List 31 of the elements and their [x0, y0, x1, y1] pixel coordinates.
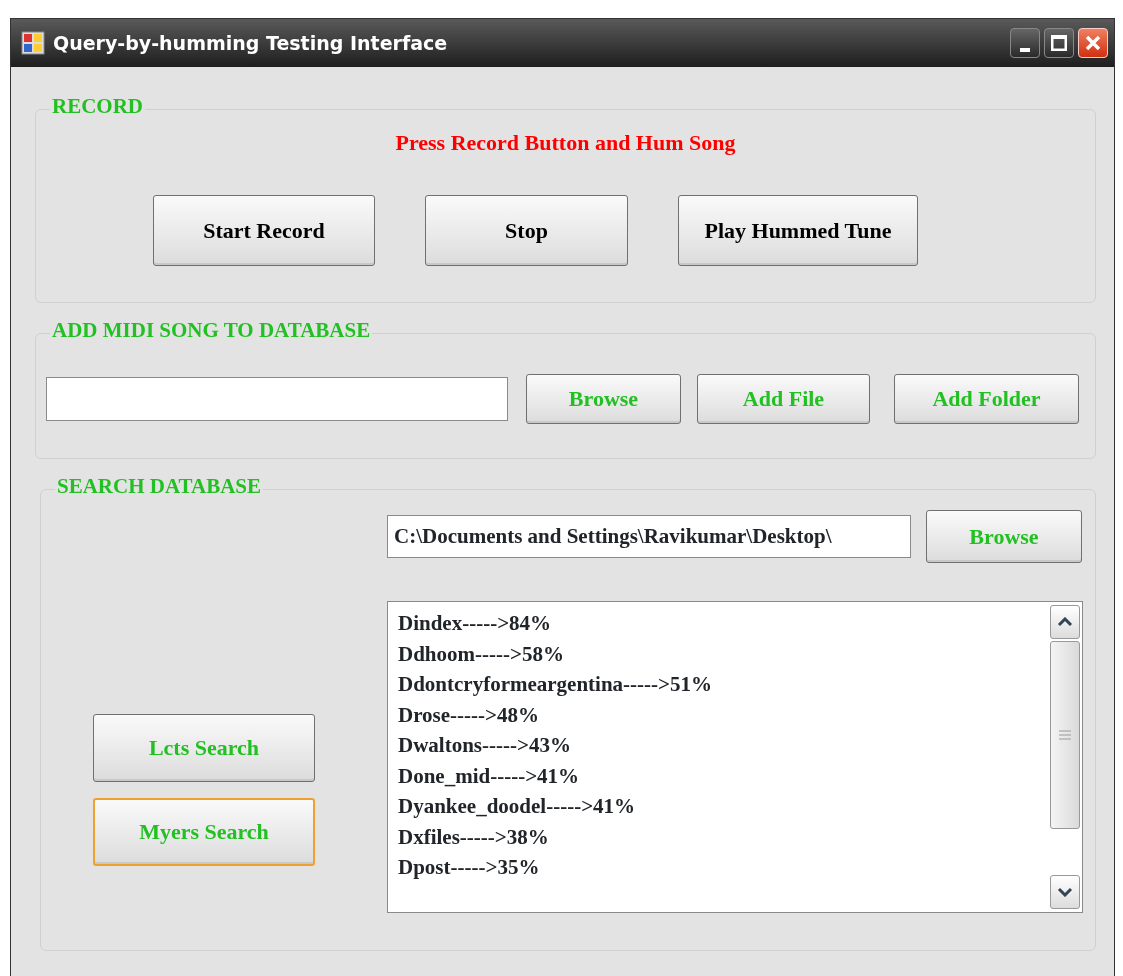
instruction-text: Press Record Button and Hum Song [395, 130, 736, 155]
result-item[interactable]: Done_mid----->41% [398, 760, 1038, 791]
minimize-icon [1020, 48, 1030, 52]
scroll-down-button[interactable] [1050, 875, 1080, 909]
results-list[interactable]: Dindex----->84% Ddhoom----->58% Ddontcryformeargentina----->51% Drose----->48% Dwaltons----->43% Done_mid----->41% Dyankee_doodel----->41% Dxfiles----->38% Dpost----->35% [387, 601, 1083, 913]
up-chevron-icon [1057, 617, 1073, 627]
result-item[interactable]: Dxfiles----->38% [398, 821, 1038, 852]
result-item[interactable]: Dindex----->84% [398, 608, 1038, 639]
scrollbar[interactable] [1048, 602, 1082, 912]
result-item[interactable]: Dwaltons----->43% [398, 730, 1038, 761]
close-button[interactable] [1078, 28, 1108, 58]
scroll-thumb[interactable] [1050, 641, 1080, 829]
maximize-button[interactable] [1044, 28, 1074, 58]
down-chevron-icon [1057, 887, 1073, 897]
result-item[interactable]: Dpost----->35% [398, 852, 1038, 883]
record-control-button[interactable]: Start Record [153, 195, 375, 266]
result-item[interactable]: Ddhoom----->58% [398, 638, 1038, 669]
record-control-button[interactable]: Play Hummed Tune [678, 195, 918, 266]
minimize-button[interactable] [1010, 28, 1040, 58]
maximize-icon [1051, 35, 1067, 51]
scroll-up-button[interactable] [1050, 605, 1080, 639]
app-icon [21, 31, 45, 55]
result-item[interactable]: Ddontcryformeargentina----->51% [398, 669, 1038, 700]
window-title: Query-by-humming Testing Interface [53, 30, 449, 56]
database-path-field[interactable]: C:\Documents and Settings\Ravikumar\Desktop\ [387, 515, 911, 558]
close-icon [1085, 35, 1101, 51]
result-item[interactable]: Drose----->48% [398, 699, 1038, 730]
result-item[interactable]: Dyankee_doodel----->41% [398, 791, 1038, 822]
record-control-button[interactable]: Stop [425, 195, 628, 266]
grip-icon [1059, 730, 1071, 740]
file-path-field[interactable] [46, 377, 508, 421]
